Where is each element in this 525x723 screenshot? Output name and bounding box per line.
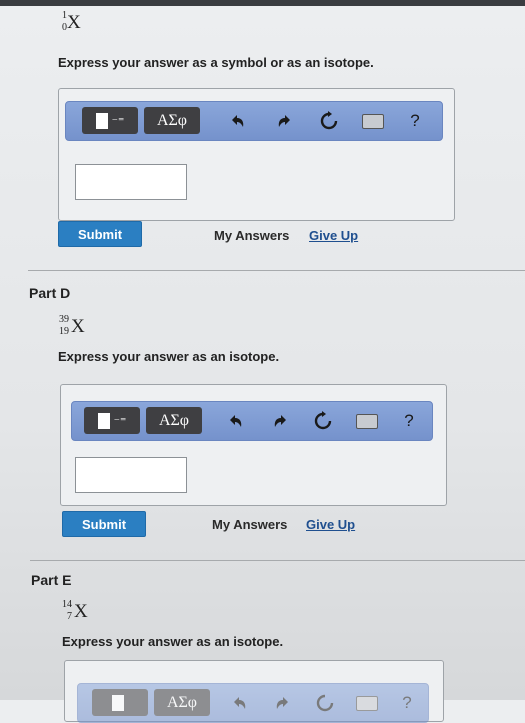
templates-icon (112, 694, 124, 711)
part-d-title: Part D (29, 285, 71, 301)
my-answers-link[interactable]: My Answers (212, 517, 287, 532)
redo-icon[interactable] (272, 692, 294, 714)
math-toolbar: ⁻⁼ ΑΣφ ? (71, 401, 433, 441)
undo-icon[interactable] (224, 410, 246, 432)
atomic-number: 0 (62, 22, 67, 33)
greek-symbols-button[interactable]: ΑΣφ (154, 689, 210, 716)
element-symbol: X (74, 601, 88, 622)
help-icon[interactable]: ? (404, 110, 426, 132)
help-icon[interactable]: ? (398, 410, 420, 432)
templates-icon (95, 112, 108, 129)
submit-button[interactable]: Submit (62, 511, 146, 537)
keyboard-icon[interactable] (362, 110, 384, 132)
part-e-title: Part E (31, 572, 72, 588)
redo-icon[interactable] (274, 110, 296, 132)
templates-button[interactable]: ⁻⁼ (84, 407, 140, 434)
redo-icon[interactable] (270, 410, 292, 432)
templates-icon (97, 412, 110, 429)
mass-number: 1 (62, 10, 67, 21)
top-bar (0, 0, 525, 6)
instruction-text: Express your answer as a symbol or as an… (58, 55, 374, 70)
reset-icon[interactable] (312, 410, 334, 432)
give-up-link[interactable]: Give Up (309, 228, 358, 243)
undo-icon[interactable] (226, 110, 248, 132)
greek-symbols-button[interactable]: ΑΣφ (144, 107, 200, 134)
answer-input[interactable] (75, 457, 187, 493)
divider (30, 560, 525, 561)
instruction-text: Express your answer as an isotope. (62, 634, 284, 649)
reset-icon[interactable] (318, 110, 340, 132)
mass-number: 14 (62, 599, 72, 610)
keyboard-icon[interactable] (356, 410, 378, 432)
templates-button[interactable]: ⁻⁼ (82, 107, 138, 134)
greek-symbols-button[interactable]: ΑΣφ (146, 407, 202, 434)
templates-button[interactable] (92, 689, 148, 716)
math-toolbar: ΑΣφ ? (77, 683, 429, 723)
mass-number: 39 (59, 314, 69, 325)
my-answers-link[interactable]: My Answers (214, 228, 289, 243)
atomic-number: 7 (67, 611, 72, 622)
submit-button[interactable]: Submit (58, 221, 142, 247)
divider (28, 270, 525, 271)
element-symbol: X (71, 316, 85, 337)
undo-icon[interactable] (228, 692, 250, 714)
math-toolbar: ⁻⁼ ΑΣφ ? (65, 101, 443, 141)
element-symbol: X (67, 12, 81, 33)
give-up-link[interactable]: Give Up (306, 517, 355, 532)
help-icon[interactable]: ? (396, 692, 418, 714)
answer-frame: ΑΣφ ? (64, 660, 444, 723)
answer-frame: ⁻⁼ ΑΣφ ? (60, 384, 447, 506)
keyboard-icon[interactable] (356, 692, 378, 714)
instruction-text: Express your answer as an isotope. (58, 349, 280, 364)
answer-input[interactable] (75, 164, 187, 200)
reset-icon[interactable] (314, 692, 336, 714)
answer-frame: ⁻⁼ ΑΣφ ? (58, 88, 455, 221)
atomic-number: 19 (59, 326, 69, 337)
